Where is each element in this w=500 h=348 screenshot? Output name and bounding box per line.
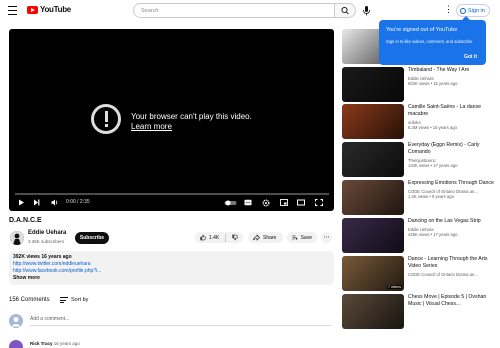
progress-bar[interactable] bbox=[15, 193, 329, 195]
fullscreen-icon[interactable] bbox=[315, 199, 323, 206]
share-button[interactable]: Share bbox=[248, 232, 283, 243]
recommended-video[interactable]: Expressing Emotions Through Dance CODE Co… bbox=[342, 180, 495, 216]
recommended-video[interactable]: Chess Move | Episode 5 | Ovshan Music | … bbox=[342, 294, 495, 330]
recommended-meta: 425K views • 17 years ago bbox=[408, 232, 458, 237]
recommended-title[interactable]: Dance - Learning Through the Arts Video … bbox=[408, 256, 494, 270]
subscribe-button[interactable]: Subscribe bbox=[75, 232, 109, 244]
recommended-video[interactable]: Camille Saint-Saëns - La danse macabre or… bbox=[342, 104, 495, 140]
video-title: D.A.N.C.E bbox=[9, 217, 42, 224]
recommended-title[interactable]: Dancing on the Las Vegas Strip bbox=[408, 218, 494, 225]
share-label: Share bbox=[263, 234, 277, 241]
save-label: Save bbox=[300, 234, 312, 241]
logo-text: YouTube bbox=[40, 5, 71, 14]
youtube-logo[interactable]: YouTube bbox=[27, 5, 71, 14]
error-text: Your browser can't play this video. bbox=[131, 112, 252, 121]
search-button[interactable] bbox=[334, 3, 356, 18]
menu-icon[interactable] bbox=[8, 5, 17, 16]
theater-mode-icon[interactable] bbox=[297, 199, 305, 206]
video-info: Camille Saint-Saëns - La danse macabre or… bbox=[408, 104, 494, 130]
video-info: Chess Move | Episode 5 | Ovshan Music | … bbox=[408, 294, 494, 310]
video-thumbnail[interactable] bbox=[342, 294, 404, 329]
play-logo-icon bbox=[27, 5, 38, 14]
recommended-title[interactable]: Camille Saint-Saëns - La danse macabre bbox=[408, 104, 494, 118]
recommended-meta: 134K views • 17 years ago bbox=[408, 163, 458, 168]
recommended-video[interactable]: Everyday (Eggo Remix) - Carly Comando The… bbox=[342, 142, 495, 178]
video-thumbnail[interactable] bbox=[342, 180, 404, 215]
user-icon bbox=[460, 7, 466, 14]
video-info: Timbaland - The Way I Are Eddie Uehara 603… bbox=[408, 67, 494, 86]
comment-age: 16 years ago bbox=[53, 341, 80, 346]
search-icon bbox=[341, 6, 349, 15]
next-icon[interactable] bbox=[33, 199, 40, 206]
learn-more-link[interactable]: Learn more bbox=[131, 122, 252, 132]
got-it-button[interactable]: Got it bbox=[464, 54, 477, 60]
user-avatar bbox=[9, 314, 23, 328]
thumbs-up-icon bbox=[200, 234, 206, 241]
sign-in-label: Sign in bbox=[468, 7, 485, 14]
more-horizontal-icon: ⋯ bbox=[323, 235, 330, 241]
sort-by-label: Sort by bbox=[71, 297, 89, 303]
channel-avatar[interactable] bbox=[10, 231, 24, 245]
video-info: Dance - Learning Through the Arts Video … bbox=[408, 256, 494, 277]
facebook-link[interactable]: http://www.facebook.com/profile.php?i... bbox=[13, 268, 330, 275]
video-info: Dancing on the Las Vegas Strip Eddie Ueha… bbox=[408, 218, 494, 237]
comment-author[interactable]: Rick Tracy 16 years ago bbox=[30, 341, 80, 346]
video-thumbnail[interactable] bbox=[342, 142, 404, 177]
like-count: 1.4K bbox=[208, 234, 220, 241]
add-comment-input[interactable]: Add a comment... bbox=[30, 316, 332, 326]
autoplay-toggle-icon[interactable] bbox=[224, 200, 237, 206]
error-icon bbox=[91, 104, 121, 134]
recommended-title[interactable]: Chess Move | Episode 5 | Ovshan Music | … bbox=[408, 294, 494, 308]
more-actions-button[interactable]: ⋯ bbox=[321, 232, 332, 243]
recommended-channel[interactable]: CODE Council of Ontario Drama an... bbox=[408, 272, 494, 277]
microphone-icon[interactable] bbox=[362, 5, 371, 16]
volume-icon[interactable] bbox=[51, 199, 59, 206]
signed-out-popup: You're signed out of YouTube Sign in to … bbox=[379, 16, 486, 65]
video-thumbnail[interactable] bbox=[342, 104, 404, 139]
save-playlist-icon bbox=[292, 235, 298, 240]
recommended-title[interactable]: Everyday (Eggo Remix) - Carly Comando bbox=[408, 142, 494, 156]
recommended-title[interactable]: Expressing Emotions Through Dance bbox=[408, 180, 494, 187]
video-thumbnail[interactable]: 7 videos bbox=[342, 256, 404, 291]
recommended-meta: 603K views • 15 years ago bbox=[408, 81, 458, 86]
like-divider bbox=[225, 233, 227, 242]
sort-icon bbox=[60, 297, 68, 303]
recommended-title[interactable]: Timbaland - The Way I Are bbox=[408, 67, 494, 74]
channel-name[interactable]: Eddie Uehara bbox=[28, 230, 66, 236]
thumbs-down-icon[interactable] bbox=[232, 234, 238, 241]
show-more-button[interactable]: Show more bbox=[13, 275, 330, 282]
sort-by-button[interactable]: Sort by bbox=[60, 297, 88, 303]
recommended-meta: 6.3M views • 15 years ago bbox=[408, 125, 457, 130]
description-box[interactable]: 392K views 16 years ago http://www.twitt… bbox=[9, 251, 334, 285]
save-button[interactable]: Save bbox=[287, 232, 317, 243]
popup-title: You're signed out of YouTube bbox=[386, 27, 458, 33]
captions-icon[interactable] bbox=[244, 199, 252, 206]
popup-body: Sign in to like videos, comment, and sub… bbox=[386, 39, 474, 44]
comment-author-name[interactable]: Rick Tracy bbox=[30, 341, 53, 346]
play-icon[interactable] bbox=[18, 199, 25, 206]
subscriber-count: 3.36K subscribers bbox=[28, 239, 65, 244]
recommended-video[interactable]: Timbaland - The Way I Are Eddie Uehara 603… bbox=[342, 67, 495, 103]
comments-count: 156 Comments bbox=[9, 297, 50, 303]
recommended-video[interactable]: 7 videos Dance - Learning Through the Art… bbox=[342, 256, 495, 292]
playlist-count-badge: 7 videos bbox=[386, 285, 402, 289]
video-thumbnail[interactable] bbox=[342, 67, 404, 102]
miniplayer-icon[interactable] bbox=[280, 199, 288, 206]
video-info: Everyday (Eggo Remix) - Carly Comando The… bbox=[408, 142, 494, 168]
like-button[interactable]: 1.4K bbox=[195, 232, 243, 243]
views-and-date: 392K views 16 years ago bbox=[13, 254, 72, 260]
time-display: 0:00 / 2:35 bbox=[66, 199, 90, 205]
settings-gear-icon[interactable] bbox=[262, 199, 270, 207]
settings-more-icon[interactable]: ⋮ bbox=[444, 4, 453, 15]
twitter-link[interactable]: http://www.twitter.com/eddieuehara bbox=[13, 261, 330, 268]
video-thumbnail[interactable] bbox=[342, 218, 404, 253]
recommended-video[interactable]: Dancing on the Las Vegas Strip Eddie Ueha… bbox=[342, 218, 495, 254]
search-input[interactable]: Search bbox=[133, 3, 335, 18]
player-error-message: Your browser can't play this video. Lear… bbox=[131, 112, 252, 132]
commenter-avatar[interactable] bbox=[9, 340, 23, 348]
video-info: Expressing Emotions Through Dance CODE Co… bbox=[408, 180, 494, 199]
recommended-meta: 1.4K views • 8 years ago bbox=[408, 194, 454, 199]
share-icon bbox=[253, 234, 260, 241]
